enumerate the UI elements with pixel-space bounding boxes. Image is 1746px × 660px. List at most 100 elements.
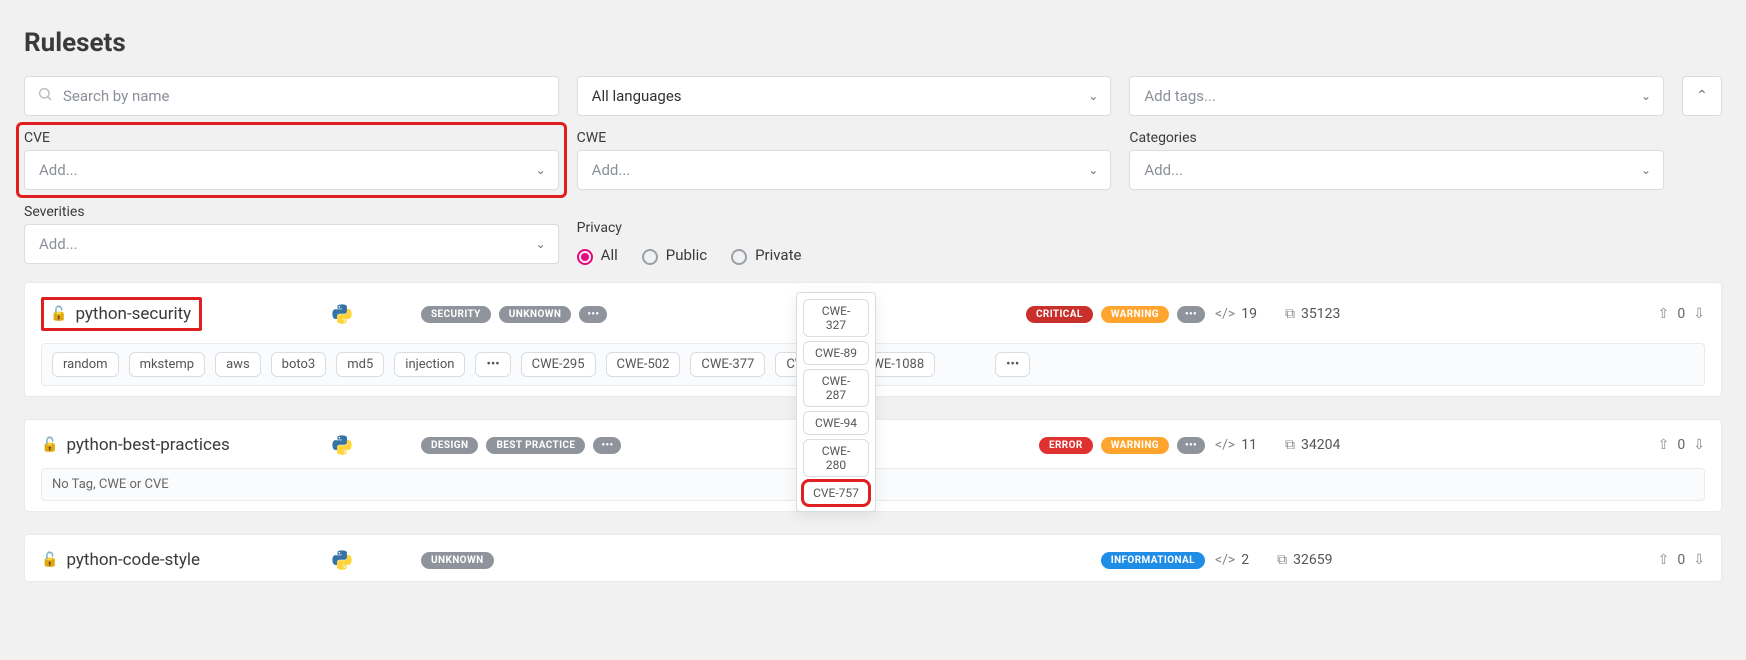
search-input[interactable]: Search by name — [24, 76, 559, 116]
ruleset-name: python-security — [75, 304, 191, 324]
language-icon-python — [331, 303, 353, 325]
languages-select[interactable]: All languages ⌄ — [577, 76, 1112, 116]
tag-chip[interactable]: injection — [394, 352, 465, 377]
rules-count: </> 11 — [1215, 437, 1257, 453]
categories-label: Categories — [1129, 130, 1664, 146]
cwe-placeholder: Add... — [592, 161, 631, 179]
vote-count: 0 — [1677, 306, 1685, 322]
pill-design: DESIGN — [421, 437, 478, 454]
cve-filter: CVE Add... ⌄ — [18, 124, 565, 196]
upvote-button[interactable]: ⇧ — [1658, 437, 1670, 453]
rules-count: </> 2 — [1215, 552, 1249, 568]
downloads-count: ⧉ 32659 — [1277, 552, 1332, 568]
cve-placeholder: Add... — [39, 161, 78, 179]
downvote-button[interactable]: ⇩ — [1693, 552, 1705, 568]
tag-chip[interactable]: aws — [215, 352, 261, 377]
privacy-radios: All Public Private — [577, 240, 1112, 264]
tag-chip[interactable]: random — [52, 352, 119, 377]
tag-chip[interactable]: mkstemp — [129, 352, 206, 377]
pill-security: SECURITY — [421, 306, 491, 323]
pill-warning: WARNING — [1101, 437, 1169, 454]
categories-select[interactable]: Add... ⌄ — [1129, 150, 1664, 190]
stats: </> 19 ⧉ 35123 — [1215, 306, 1475, 322]
tag-chip[interactable]: boto3 — [271, 352, 327, 377]
cwe-label: CWE — [577, 130, 1112, 146]
unlock-icon: 🔓 — [41, 437, 58, 453]
severities-placeholder: Add... — [39, 235, 78, 253]
cve-label: CVE — [24, 130, 559, 146]
more-tags-button[interactable]: ••• — [475, 352, 510, 377]
downloads-count: ⧉ 34204 — [1285, 437, 1340, 453]
cwe-popup: CWE-327 CWE-89 CWE-287 CWE-94 CWE-280 CV… — [796, 292, 876, 512]
popup-item[interactable]: CWE-94 — [803, 411, 869, 435]
chevron-up-icon: ⌃ — [1696, 88, 1708, 104]
downloads-count: ⧉ 35123 — [1285, 306, 1340, 322]
download-icon: ⧉ — [1277, 552, 1287, 568]
cve-select[interactable]: Add... ⌄ — [24, 150, 559, 190]
popup-item[interactable]: CWE-327 — [803, 299, 869, 337]
more-cwes-button[interactable]: ••• — [995, 352, 1030, 377]
upvote-button[interactable]: ⇧ — [1658, 306, 1670, 322]
unlock-icon: 🔓 — [50, 306, 67, 322]
upvote-button[interactable]: ⇧ — [1658, 552, 1670, 568]
popup-item[interactable]: CWE-280 — [803, 439, 869, 477]
radio-icon — [577, 249, 593, 265]
vote-count: 0 — [1677, 552, 1685, 568]
downvote-button[interactable]: ⇩ — [1693, 437, 1705, 453]
type-pills: UNKNOWN INFORMATIONAL — [421, 552, 1205, 569]
privacy-radio-private[interactable]: Private — [731, 246, 801, 264]
privacy-radio-all[interactable]: All — [577, 246, 618, 264]
chevron-down-icon: ⌄ — [1641, 89, 1651, 103]
filter-row-1: Search by name All languages ⌄ Add tags.… — [24, 76, 1722, 116]
more-types-button[interactable]: ••• — [579, 306, 607, 323]
language-icon-python — [331, 549, 353, 571]
more-sev-button[interactable]: ••• — [1177, 306, 1205, 323]
downvote-button[interactable]: ⇩ — [1693, 306, 1705, 322]
pill-unknown: UNKNOWN — [499, 306, 572, 323]
more-types-button[interactable]: ••• — [593, 437, 621, 454]
pill-error: ERROR — [1039, 437, 1093, 454]
code-icon: </> — [1215, 437, 1235, 453]
code-icon: </> — [1215, 306, 1235, 322]
chevron-down-icon: ⌄ — [1088, 163, 1098, 177]
popup-item-highlight[interactable]: CVE-757 — [803, 481, 869, 505]
chevron-down-icon: ⌄ — [1641, 163, 1651, 177]
pill-best-practice: BEST PRACTICE — [486, 437, 585, 454]
filters-panel: Search by name All languages ⌄ Add tags.… — [24, 76, 1722, 264]
tags-select[interactable]: Add tags... ⌄ — [1129, 76, 1664, 116]
no-tags-text: No Tag, CWE or CVE — [52, 477, 169, 492]
filter-row-2: CVE Add... ⌄ CWE Add... ⌄ Categories Add… — [24, 130, 1722, 190]
vote-controls: ⇧ 0 ⇩ — [1485, 552, 1705, 568]
pill-unknown: UNKNOWN — [421, 552, 494, 569]
cwe-chip[interactable]: CWE-502 — [606, 352, 681, 377]
radio-icon — [642, 249, 658, 265]
popup-item[interactable]: CWE-89 — [803, 341, 869, 365]
languages-text: All languages — [592, 87, 682, 105]
collapse-filters-button[interactable]: ⌃ — [1682, 76, 1722, 116]
filter-row-3: Severities Add... ⌄ Privacy All Public — [24, 204, 1722, 264]
stats: </> 11 ⧉ 34204 — [1215, 437, 1475, 453]
categories-placeholder: Add... — [1144, 161, 1183, 179]
ruleset-card[interactable]: 🔓 python-code-style UNKNOWN INFORMATIONA… — [24, 534, 1722, 582]
search-placeholder: Search by name — [63, 87, 170, 105]
chevron-down-icon: ⌄ — [1088, 89, 1098, 103]
chevron-down-icon: ⌄ — [536, 237, 546, 251]
search-icon — [37, 86, 53, 106]
privacy-all-label: All — [601, 246, 618, 264]
popup-item[interactable]: CWE-287 — [803, 369, 869, 407]
pill-informational: INFORMATIONAL — [1101, 552, 1205, 569]
ruleset-name: python-best-practices — [66, 435, 229, 455]
more-sev-button[interactable]: ••• — [1177, 437, 1205, 454]
severities-select[interactable]: Add... ⌄ — [24, 224, 559, 264]
severities-label: Severities — [24, 204, 559, 220]
cwe-chip[interactable]: CWE-295 — [521, 352, 596, 377]
pill-warning: WARNING — [1101, 306, 1169, 323]
unlock-icon: 🔓 — [41, 552, 58, 568]
cwe-select[interactable]: Add... ⌄ — [577, 150, 1112, 190]
vote-controls: ⇧ 0 ⇩ — [1485, 437, 1705, 453]
tag-chip[interactable]: md5 — [336, 352, 384, 377]
privacy-radio-public[interactable]: Public — [642, 246, 707, 264]
radio-icon — [731, 249, 747, 265]
cwe-chip[interactable]: CWE-377 — [690, 352, 765, 377]
stats: </> 2 ⧉ 32659 — [1215, 552, 1475, 568]
